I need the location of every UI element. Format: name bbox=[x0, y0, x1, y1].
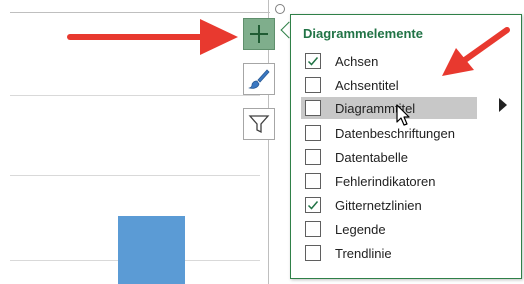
red-arrow-icon bbox=[67, 19, 238, 55]
annotation-arrows bbox=[67, 19, 510, 76]
red-arrow-icon bbox=[442, 27, 510, 76]
